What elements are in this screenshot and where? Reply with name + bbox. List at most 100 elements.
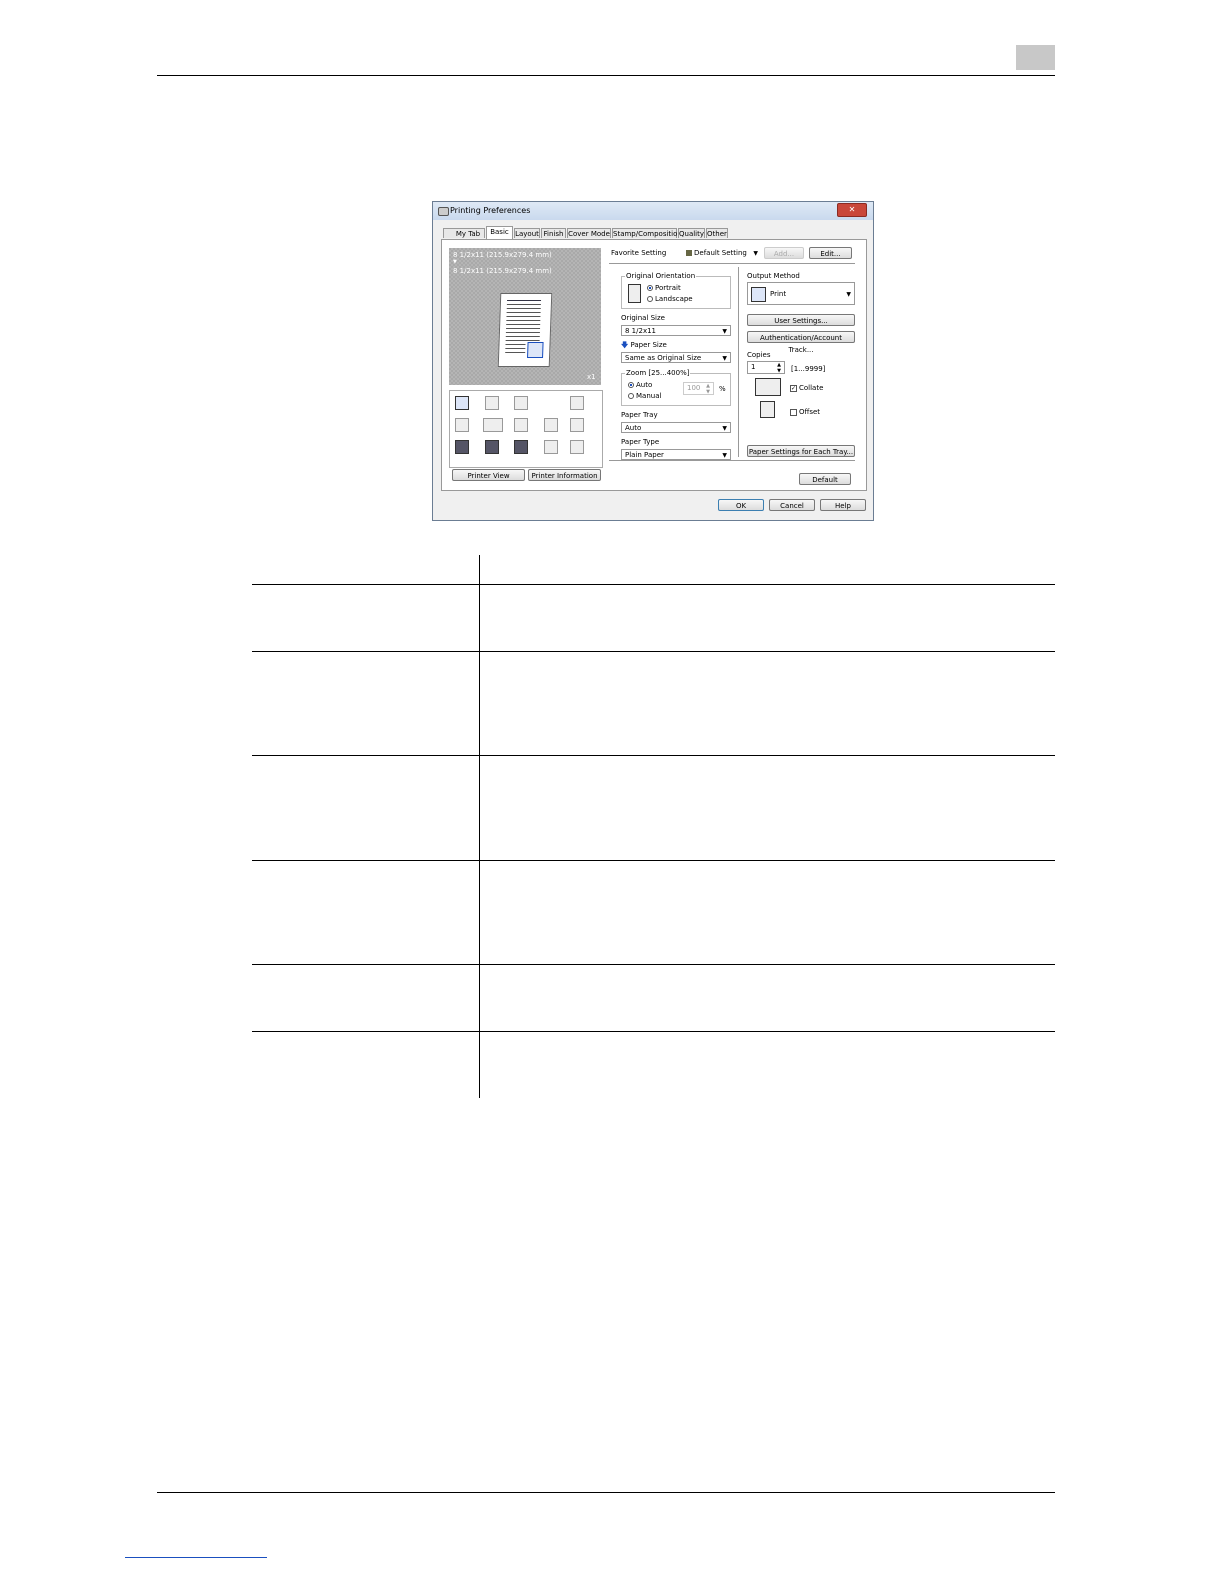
combination-icon[interactable]: [514, 396, 528, 410]
duplex-icon[interactable]: [455, 418, 469, 432]
add-button[interactable]: Add...: [764, 247, 804, 259]
punch-icon[interactable]: [570, 396, 584, 410]
zoom-group: Zoom [25...400%] Auto Manual 100 ▲ ▼ %: [621, 369, 731, 406]
user-settings-button[interactable]: User Settings...: [747, 314, 855, 326]
portrait-radio[interactable]: Portrait: [647, 284, 681, 292]
paper-size-select[interactable]: Same as Original Size ▼: [621, 352, 731, 363]
footer-rule: [157, 1492, 1055, 1493]
account-track-icon[interactable]: [514, 440, 528, 454]
chevron-down-icon: ▼: [722, 355, 727, 362]
paper-settings-for-each-tray-button[interactable]: Paper Settings for Each Tray...: [747, 445, 855, 457]
chevron-down-icon: ▼: [722, 425, 727, 432]
output-print-icon[interactable]: [455, 396, 469, 410]
printer-view-button[interactable]: Printer View: [452, 469, 525, 481]
booklet-icon[interactable]: [485, 396, 499, 410]
edit-button[interactable]: Edit...: [809, 247, 852, 259]
printer-icon: [438, 207, 449, 216]
ok-button[interactable]: OK: [718, 499, 764, 511]
table-row-rule: [252, 1031, 1055, 1032]
table-row-rule: [252, 964, 1055, 965]
basic-tab-panel: 8 1/2x11 (215.9x279.4 mm) ▼ 8 1/2x11 (21…: [441, 239, 867, 491]
n-up-icon[interactable]: [483, 418, 503, 432]
landscape-radio[interactable]: Landscape: [647, 295, 693, 303]
tab-basic[interactable]: Basic: [486, 226, 513, 239]
function-icon-grid: [449, 390, 603, 468]
collate-checkbox[interactable]: ✓ Collate: [790, 384, 823, 392]
copies-input[interactable]: 1 ▲ ▼: [747, 361, 785, 374]
tab-cover-mode[interactable]: Cover Mode: [567, 228, 611, 238]
zoom-manual-radio[interactable]: Manual: [628, 392, 661, 400]
zoom-auto-radio-dot: [628, 382, 634, 388]
spinner-icon[interactable]: ▲ ▼: [706, 383, 710, 395]
tab-quality[interactable]: Quality: [678, 228, 705, 238]
tab-layout[interactable]: Layout: [514, 228, 540, 238]
original-size-label: Original Size: [621, 314, 665, 322]
user-auth-icon[interactable]: [485, 440, 499, 454]
preview-arrow: ▼: [453, 259, 457, 265]
output-method-label: Output Method: [747, 272, 800, 280]
secure-print-icon[interactable]: [455, 440, 469, 454]
paper-tray-label: Paper Tray: [621, 411, 658, 419]
collate-icon: [755, 378, 781, 396]
footer-link-underline[interactable]: [125, 1557, 267, 1558]
authentication-account-track-button[interactable]: Authentication/Account Track...: [747, 331, 855, 354]
layout-icon[interactable]: [544, 440, 558, 454]
table-row-rule: [252, 651, 1055, 652]
page-number-icon[interactable]: [544, 418, 558, 432]
table-column-divider: [479, 555, 480, 1098]
preview-paper-size: 8 1/2x11 (215.9x279.4 mm): [453, 267, 552, 275]
original-orientation-group: Original Orientation Portrait Landscape: [621, 272, 731, 309]
table-row-rule: [252, 860, 1055, 861]
copies-range: [1...9999]: [791, 365, 826, 373]
paper-type-label: Paper Type: [621, 438, 660, 446]
offset-checkbox[interactable]: Offset: [790, 408, 820, 416]
close-button[interactable]: ✕: [837, 203, 867, 217]
text-watermark-icon[interactable]: [514, 418, 528, 432]
zoom-value-input[interactable]: 100 ▲ ▼: [683, 382, 714, 395]
copies-label: Copies: [747, 351, 771, 359]
offset-check-box: [790, 408, 797, 416]
staple-icon[interactable]: [570, 418, 584, 432]
tab-other[interactable]: Other: [706, 228, 728, 238]
favorite-setting-select[interactable]: Default Setting ▼: [682, 247, 762, 258]
chapter-number-box: [1016, 45, 1055, 70]
paper-type-select[interactable]: Plain Paper ▼: [621, 449, 731, 460]
collate-check-mark: ✓: [790, 384, 797, 392]
preview-copies-badge: x1: [587, 373, 596, 381]
preview-page-sheet: [497, 293, 553, 367]
dialog-titlebar: Printing Preferences ✕: [433, 202, 873, 220]
cancel-button[interactable]: Cancel: [769, 499, 815, 511]
header-rule: [157, 75, 1055, 76]
paper-size-label: 🡇 Paper Size: [621, 341, 667, 349]
zoom-manual-radio-dot: [628, 393, 634, 399]
landscape-radio-dot: [647, 296, 653, 302]
zoom-auto-radio[interactable]: Auto: [628, 381, 652, 389]
offset-icon: [760, 401, 775, 418]
paper-tray-select[interactable]: Auto ▼: [621, 422, 731, 433]
tab-stamp-composition[interactable]: Stamp/Composition: [612, 228, 682, 238]
printing-preferences-dialog: Printing Preferences ✕ My Tab Basic Layo…: [432, 201, 874, 521]
original-size-select[interactable]: 8 1/2x11 ▼: [621, 325, 731, 336]
printer-information-button[interactable]: Printer Information: [528, 469, 601, 481]
spinner-icon[interactable]: ▲ ▼: [777, 362, 781, 374]
preview-original-size: 8 1/2x11 (215.9x279.4 mm): [453, 251, 552, 259]
zoom-label: Zoom [25...400%]: [625, 369, 691, 377]
favorite-setting-icon: [686, 250, 692, 256]
help-button[interactable]: Help: [820, 499, 866, 511]
favorite-separator: [609, 263, 855, 264]
portrait-orientation-icon: [628, 284, 641, 303]
quality-icon[interactable]: [570, 440, 584, 454]
table-header-rule: [252, 584, 1055, 585]
chevron-down-icon: ▼: [846, 291, 851, 298]
preview-staple-grid-icon: [527, 342, 544, 358]
original-orientation-label: Original Orientation: [625, 272, 697, 280]
default-button[interactable]: Default: [799, 473, 851, 485]
chevron-down-icon: ▼: [753, 250, 758, 257]
arrow-down-icon: 🡇: [621, 341, 629, 349]
output-method-select[interactable]: Print ▼: [747, 282, 855, 305]
bottom-separator: [609, 460, 855, 461]
zoom-unit: %: [719, 385, 726, 393]
tab-finish[interactable]: Finish: [541, 228, 566, 238]
tab-my-tab[interactable]: My Tab: [443, 228, 485, 238]
chevron-down-icon: ▼: [722, 328, 727, 335]
